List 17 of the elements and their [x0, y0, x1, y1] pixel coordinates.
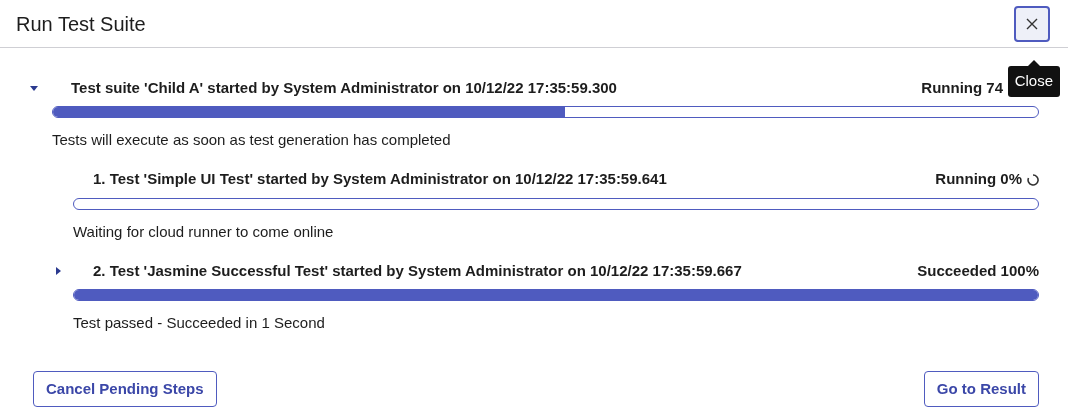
close-tooltip: Close	[1007, 60, 1060, 97]
suite-heading: Test suite 'Child A' started by System Administrator on 10/12/22 17:35:59.300	[71, 77, 617, 98]
caret-icon[interactable]	[54, 267, 62, 275]
test-message: Waiting for cloud runner to come online	[73, 221, 335, 242]
test-heading: 1. Test 'Simple UI Test' started by System Administrator on 10/12/22 17:35:59.641	[93, 169, 667, 190]
go-to-result-button[interactable]: Go to Result	[923, 371, 1039, 407]
test-status: Running 0%	[935, 169, 1022, 190]
caret-icon[interactable]	[30, 84, 38, 92]
close-icon	[1026, 17, 1038, 30]
test-status: Succeeded 100%	[917, 260, 1039, 281]
test-heading: 2. Test 'Jasmine Successful Test' started by System Administrator on 10/12/22 17:35:59.667	[93, 260, 742, 281]
close-button[interactable]	[1014, 5, 1050, 42]
cancel-pending-steps-button[interactable]: Cancel Pending Steps	[33, 371, 217, 407]
dialog-title: Run Test Suite	[16, 11, 146, 37]
test-message: Test passed - Succeeded in 1 Second	[73, 313, 326, 333]
suite-status: Running 74	[921, 77, 1003, 98]
suite-message: Tests will execute as soon as test generation has completed	[52, 130, 452, 150]
